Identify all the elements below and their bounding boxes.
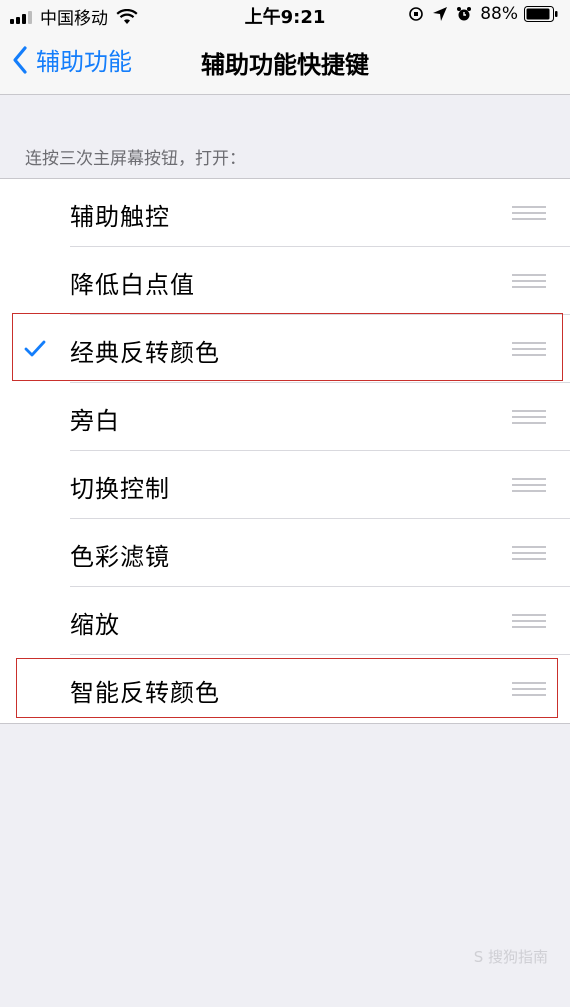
list-item-reduce-white-point[interactable]: 降低白点值 xyxy=(0,247,570,315)
reorder-handle-icon[interactable] xyxy=(512,478,546,492)
shortcut-options-list: 辅助触控 降低白点值 经典反转颜色 旁白 切换控制 色彩滤镜 缩放 智能反转颜色 xyxy=(0,178,570,724)
list-item-switch-control[interactable]: 切换控制 xyxy=(0,451,570,519)
watermark: S 搜狗指南 xyxy=(473,948,548,966)
list-item-label: 色彩滤镜 xyxy=(70,543,170,571)
status-right: 88% xyxy=(408,4,558,24)
list-item-label: 辅助触控 xyxy=(70,203,170,231)
reorder-handle-icon[interactable] xyxy=(512,410,546,424)
list-item-zoom[interactable]: 缩放 xyxy=(0,587,570,655)
list-item-label: 经典反转颜色 xyxy=(70,339,220,367)
list-item-assistive-touch[interactable]: 辅助触控 xyxy=(0,179,570,247)
list-item-smart-invert[interactable]: 智能反转颜色 xyxy=(0,655,570,723)
list-item-label: 智能反转颜色 xyxy=(70,679,220,707)
reorder-handle-icon[interactable] xyxy=(512,342,546,356)
list-item-label: 缩放 xyxy=(70,611,120,639)
page-title: 辅助功能快捷键 xyxy=(201,51,369,79)
navigation-bar: 辅助功能 辅助功能快捷键 xyxy=(0,30,570,95)
status-bar: 中国移动 上午9:21 88% xyxy=(0,0,570,30)
location-icon xyxy=(433,7,448,21)
list-item-label: 切换控制 xyxy=(70,475,170,503)
reorder-handle-icon[interactable] xyxy=(512,614,546,628)
reorder-handle-icon[interactable] xyxy=(512,206,546,220)
reorder-handle-icon[interactable] xyxy=(512,274,546,288)
checkmark-icon xyxy=(24,340,46,357)
alarm-icon xyxy=(457,7,472,21)
battery-icon xyxy=(524,6,558,22)
section-header: 连按三次主屏幕按钮，打开： xyxy=(25,149,246,169)
orientation-lock-icon xyxy=(409,7,424,21)
battery-percent: 88% xyxy=(480,4,518,24)
list-item-label: 旁白 xyxy=(70,407,120,435)
reorder-handle-icon[interactable] xyxy=(512,546,546,560)
list-item-voiceover[interactable]: 旁白 xyxy=(0,383,570,451)
list-item-color-filters[interactable]: 色彩滤镜 xyxy=(0,519,570,587)
list-item-classic-invert[interactable]: 经典反转颜色 xyxy=(0,315,570,383)
reorder-handle-icon[interactable] xyxy=(512,682,546,696)
list-item-label: 降低白点值 xyxy=(70,271,195,299)
